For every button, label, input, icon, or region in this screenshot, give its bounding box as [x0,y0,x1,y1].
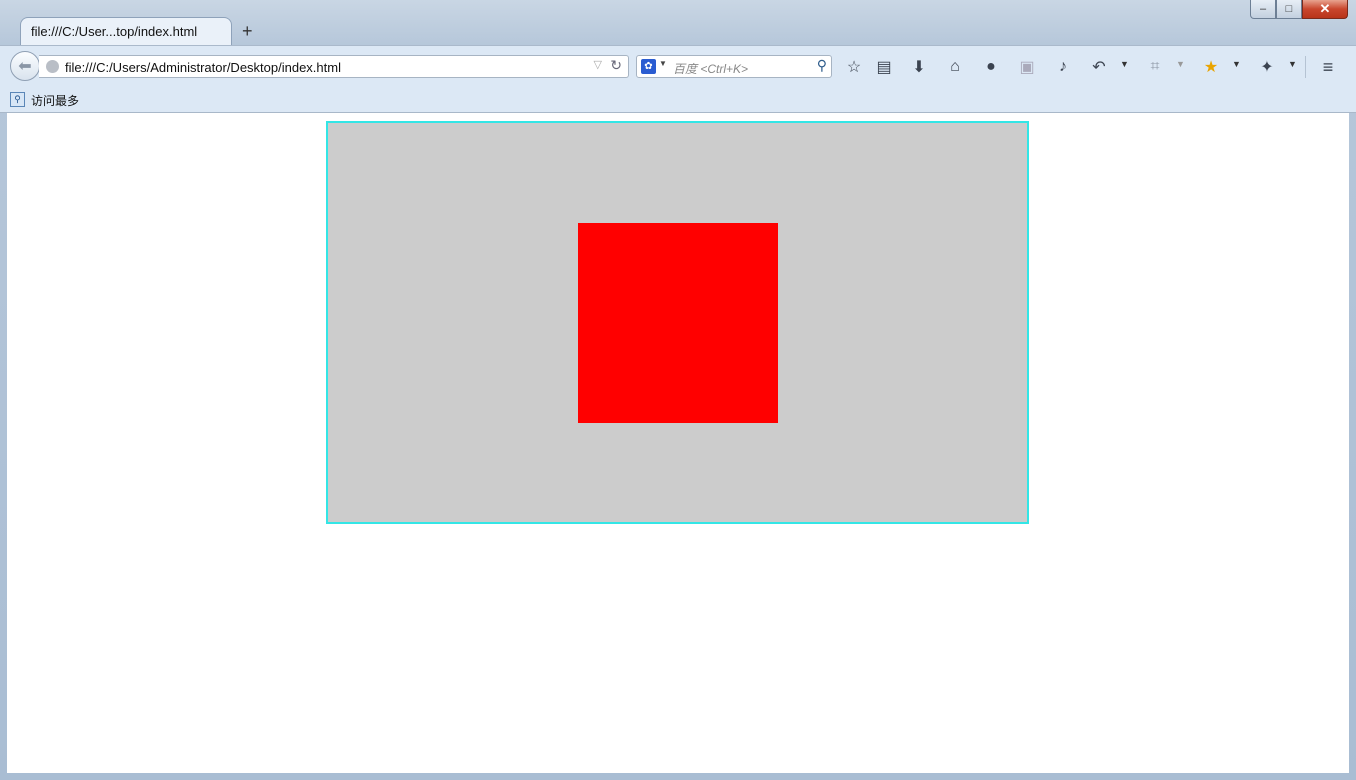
favorites-dropdown-icon[interactable]: ▼ [1232,59,1241,69]
undo-icon[interactable]: ↶ [1087,55,1111,79]
bookmark-most-visited[interactable]: 访问最多 [31,92,79,109]
toolbar-separator [1305,56,1306,78]
navigation-toolbar: ⬅ file:///C:/Users/Administrator/Desktop… [0,45,1356,88]
page-content [7,113,1349,773]
outer-gray-box [326,121,1029,524]
bookmark-folder-icon: ⚲ [10,92,25,107]
addon-icon[interactable]: ✦ [1255,55,1279,79]
menu-icon[interactable]: ≡ [1316,55,1340,79]
search-icon[interactable]: ⚲ [817,57,827,74]
favorites-icon[interactable]: ★ [1199,55,1223,79]
addon-dropdown-icon[interactable]: ▼ [1288,59,1297,69]
reload-icon[interactable]: ↻ [610,57,622,74]
chat-icon[interactable]: ● [979,55,1003,79]
search-bar[interactable]: ✿ ▼ 百度 <Ctrl+K> ⚲ [636,55,832,78]
arrow-left-icon: ⬅ [18,58,32,75]
url-bar[interactable]: file:///C:/Users/Administrator/Desktop/i… [39,55,629,78]
search-input[interactable]: 百度 <Ctrl+K> [673,60,748,77]
crop-dropdown-icon[interactable]: ▼ [1176,59,1185,69]
new-tab-button[interactable]: + [242,21,253,42]
speaker-icon[interactable]: ♪ [1051,55,1075,79]
engine-dropdown-icon[interactable]: ▼ [659,59,667,68]
baidu-icon[interactable]: ✿ [641,59,656,74]
browser-window: – □ ✕ file:///C:/User...top/index.html +… [0,0,1356,780]
reading-list-icon[interactable]: ▤ [872,55,896,79]
window-bottom-border [0,773,1356,780]
crop-icon[interactable]: ⌗ [1143,55,1167,79]
bookmarks-toolbar: ⚲ 访问最多 [0,88,1356,113]
tab-bar: file:///C:/User...top/index.html + [0,15,1356,46]
star-icon[interactable]: ☆ [842,55,866,79]
history-dropdown-icon[interactable]: ▽ [594,58,602,71]
download-icon[interactable]: ⬇ [907,55,931,79]
undo-dropdown-icon[interactable]: ▼ [1120,59,1129,69]
back-button[interactable]: ⬅ [10,51,40,81]
home-icon[interactable]: ⌂ [943,55,967,79]
tab-index-html[interactable]: file:///C:/User...top/index.html [20,17,232,46]
inner-red-square [578,223,778,423]
globe-icon [46,60,59,73]
screenshot-icon[interactable]: ▣ [1015,55,1039,79]
url-text[interactable]: file:///C:/Users/Administrator/Desktop/i… [65,60,341,75]
